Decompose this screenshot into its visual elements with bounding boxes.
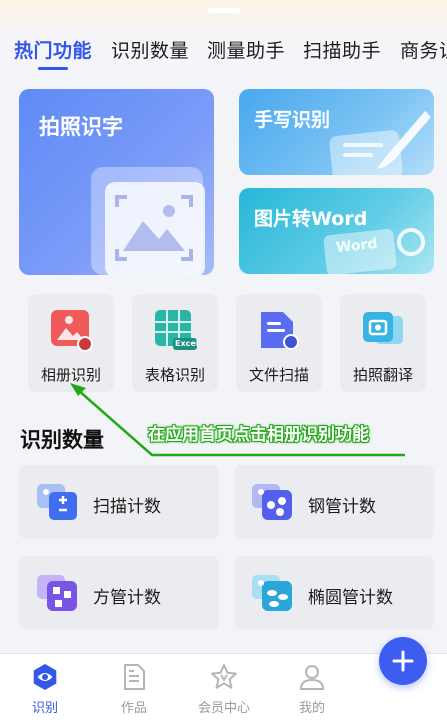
tab-recognition-count[interactable]: 识别数量	[111, 36, 189, 63]
photo-translate-label: 拍照翻译	[352, 366, 413, 384]
album-recognition-button[interactable]: 相册识别	[28, 294, 114, 392]
brush-icon	[329, 111, 431, 175]
plus-icon	[392, 650, 414, 672]
category-tabs: 热门功能 识别数量 测量助手 扫描助手 商务识	[0, 30, 447, 70]
active-tab-indicator	[38, 67, 68, 70]
scan-count-icon	[37, 484, 77, 520]
square-pipe-count-button[interactable]: 方管计数	[19, 556, 219, 630]
photo-translate-button[interactable]: 拍照翻译	[340, 294, 426, 392]
eye-icon	[33, 664, 57, 690]
excel-badge: Excel	[175, 339, 199, 348]
word-convert-icon	[323, 228, 425, 274]
tab-scan-assistant[interactable]: 扫描助手	[303, 36, 381, 63]
user-icon	[299, 665, 325, 690]
scan-count-button[interactable]: 扫描计数	[19, 465, 219, 539]
oval-pipe-count-button[interactable]: 椭圆管计数	[234, 556, 434, 630]
oval-pipe-count-label: 椭圆管计数	[308, 588, 393, 608]
nav-label-recognize: 识别	[31, 701, 58, 716]
document-icon	[124, 664, 145, 690]
camera-translate-icon	[363, 312, 403, 344]
tab-measure-assistant[interactable]: 测量助手	[207, 36, 285, 63]
table-recognition-button[interactable]: Excel 表格识别	[132, 294, 218, 392]
square-pipe-count-label: 方管计数	[93, 588, 161, 608]
nav-item-mine[interactable]: 我的	[272, 654, 352, 720]
recognition-count-heading: 识别数量	[20, 428, 104, 452]
photo-text-card[interactable]: 拍照识字	[19, 89, 214, 275]
image-to-word-card[interactable]: 图片转Word Word	[239, 188, 434, 274]
file-scan-label: 文件扫描	[248, 366, 309, 384]
square-pipe-icon	[37, 575, 77, 611]
file-scan-icon	[261, 312, 299, 350]
annotation-label: 在应用首页点击相册识别功能	[148, 425, 369, 445]
handwriting-card[interactable]: 手写识别	[239, 89, 434, 175]
steel-pipe-icon	[252, 484, 292, 520]
nav-item-member-center[interactable]: 会员中心	[184, 654, 264, 720]
table-recognition-label: 表格识别	[144, 366, 205, 384]
steel-pipe-count-button[interactable]: 钢管计数	[234, 465, 434, 539]
add-button[interactable]	[379, 637, 427, 685]
photo-frame-icon	[91, 167, 205, 275]
steel-pipe-count-label: 钢管计数	[308, 497, 376, 517]
tab-hot-features[interactable]: 热门功能	[14, 36, 92, 63]
album-icon	[51, 310, 93, 352]
nav-label-member-center: 会员中心	[197, 701, 250, 716]
nav-item-recognize[interactable]: 识别	[5, 654, 85, 720]
nav-label-mine: 我的	[298, 701, 325, 716]
star-v-icon	[211, 664, 237, 689]
file-scan-button[interactable]: 文件扫描	[236, 294, 322, 392]
album-recognition-label: 相册识别	[40, 366, 101, 384]
scan-count-label: 扫描计数	[93, 497, 161, 517]
tab-business[interactable]: 商务识	[400, 36, 447, 63]
drag-handle[interactable]	[207, 8, 240, 13]
oval-pipe-icon	[252, 575, 292, 611]
nav-label-works: 作品	[120, 701, 147, 716]
nav-item-works[interactable]: 作品	[94, 654, 174, 720]
